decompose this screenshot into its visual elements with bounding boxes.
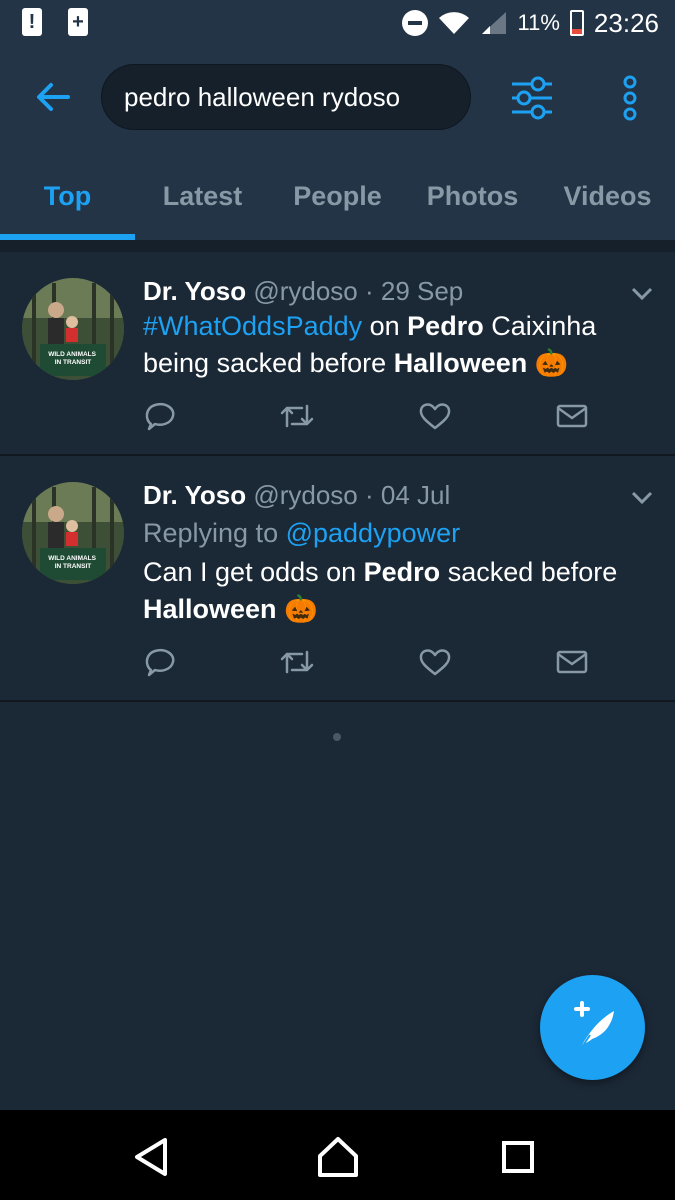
tweet[interactable]: WILD ANIMALS IN TRANSIT Dr. Yoso @rydoso…	[0, 456, 675, 702]
avatar-photo: WILD ANIMALS IN TRANSIT	[22, 278, 124, 380]
retweet-icon[interactable]	[280, 400, 314, 432]
clock: 23:26	[593, 7, 659, 38]
tweet-text-bold: Pedro	[407, 311, 484, 341]
author-handle[interactable]: @rydoso	[253, 276, 357, 306]
back-arrow-icon[interactable]	[32, 76, 74, 118]
tweet-text-part: sacked before	[440, 557, 618, 587]
nav-recents-icon[interactable]	[493, 1132, 543, 1182]
chevron-down-icon[interactable]	[630, 286, 654, 302]
pumpkin-emoji: 🎃	[284, 594, 318, 624]
signal-icon	[481, 12, 506, 34]
replying-to-label: Replying to	[143, 518, 286, 548]
tab-videos[interactable]: Videos	[540, 160, 675, 236]
tweet-header: Dr. Yoso @rydoso · 04 Jul	[143, 480, 450, 511]
mention-link[interactable]: @paddypower	[286, 518, 461, 548]
tab-people[interactable]: People	[270, 160, 405, 236]
tab-latest[interactable]: Latest	[135, 160, 270, 236]
tab-top[interactable]: Top	[0, 160, 135, 236]
pumpkin-emoji: 🎃	[534, 348, 569, 378]
author-name[interactable]: Dr. Yoso	[143, 480, 246, 510]
avatar-sign-text: WILD ANIMALS IN TRANSIT	[48, 555, 98, 570]
alert-notification-icon: !	[22, 8, 42, 36]
do-not-disturb-icon	[401, 10, 428, 36]
tweet-text-bold: Halloween	[143, 594, 277, 624]
wifi-icon	[438, 12, 469, 35]
tweet-text: #WhatOddsPaddy on Pedro Caixinha being s…	[143, 308, 643, 382]
tweet-text-part: on	[362, 311, 408, 341]
reply-icon[interactable]	[143, 646, 177, 678]
app-bar: pedro halloween rydoso Top Latest People…	[0, 48, 675, 240]
tweet-text-bold: Pedro	[363, 557, 441, 587]
direct-message-icon[interactable]	[555, 646, 589, 678]
battery-plus-notification-icon: +	[68, 8, 88, 36]
tab-photos[interactable]: Photos	[405, 160, 540, 236]
tweet[interactable]: WILD ANIMALS IN TRANSIT Dr. Yoso @rydoso…	[0, 252, 675, 456]
nav-home-icon[interactable]	[313, 1132, 363, 1182]
direct-message-icon[interactable]	[555, 400, 589, 432]
avatar-photo: WILD ANIMALS IN TRANSIT	[22, 482, 124, 584]
like-heart-icon[interactable]	[418, 400, 452, 432]
nav-back-icon[interactable]	[127, 1132, 177, 1182]
author-name[interactable]: Dr. Yoso	[143, 276, 246, 306]
battery-percentage: 11%	[517, 10, 560, 35]
system-navigation-bar	[0, 1110, 675, 1200]
avatar[interactable]: WILD ANIMALS IN TRANSIT	[22, 278, 124, 380]
filter-settings-icon[interactable]	[508, 74, 556, 122]
retweet-icon[interactable]	[280, 646, 314, 678]
tweet-text: Can I get odds on Pedro sacked before Ha…	[143, 554, 643, 628]
status-bar: ! + 11% 23:26	[0, 0, 675, 48]
tweet-text-bold: Halloween	[393, 348, 528, 378]
tweet-text-part: Can I get odds on	[143, 557, 364, 587]
tweet-actions	[143, 646, 603, 682]
tweet-actions	[143, 400, 603, 436]
avatar[interactable]: WILD ANIMALS IN TRANSIT	[22, 482, 124, 584]
search-tabs: Top Latest People Photos Videos	[0, 160, 675, 240]
search-query: pedro halloween rydoso	[124, 82, 401, 112]
author-handle[interactable]: @rydoso	[253, 480, 357, 510]
battery-icon	[569, 10, 584, 36]
loading-indicator-dot	[333, 733, 341, 741]
search-input[interactable]: pedro halloween rydoso	[101, 64, 471, 130]
like-heart-icon[interactable]	[418, 646, 452, 678]
divider	[0, 240, 675, 252]
compose-feather-icon	[574, 1001, 614, 1048]
tweet-date: · 29 Sep	[364, 276, 464, 306]
avatar-sign-text: WILD ANIMALS IN TRANSIT	[48, 351, 98, 366]
more-options-icon[interactable]	[616, 74, 644, 122]
tweet-date: · 04 Jul	[364, 480, 451, 510]
hashtag-link[interactable]: #WhatOddsPaddy	[143, 311, 362, 341]
reply-icon[interactable]	[143, 400, 177, 432]
chevron-down-icon[interactable]	[630, 490, 654, 506]
replying-to: Replying to @paddypower	[143, 518, 460, 549]
compose-tweet-button[interactable]	[540, 975, 645, 1080]
tweet-header: Dr. Yoso @rydoso · 29 Sep	[143, 276, 463, 307]
